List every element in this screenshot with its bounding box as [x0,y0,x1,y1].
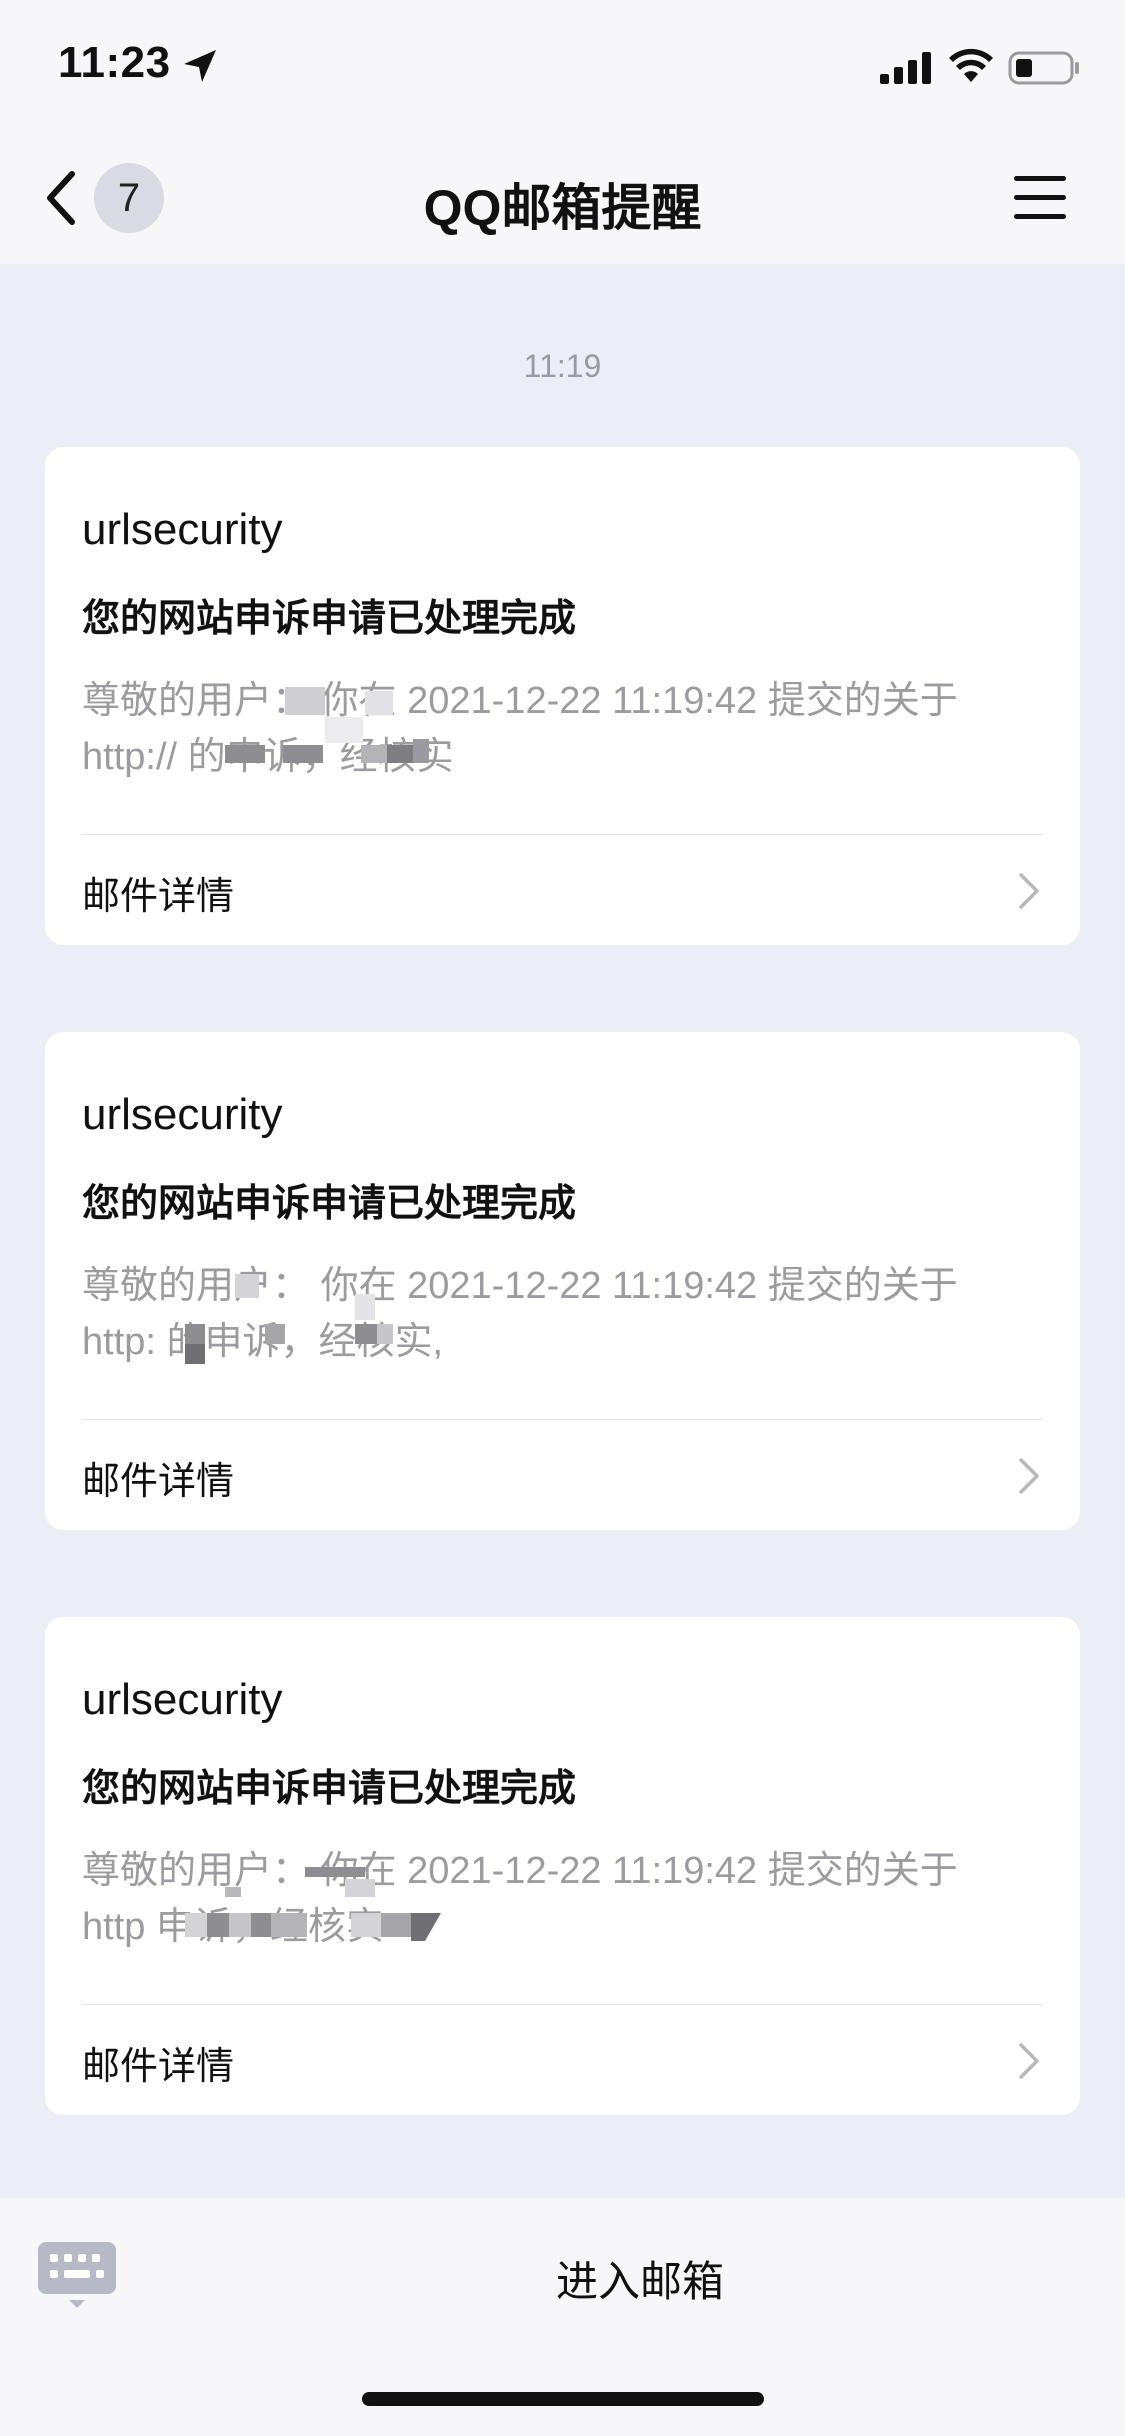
page-title: QQ邮箱提醒 [423,180,702,236]
message-sender: urlsecurity [82,1675,283,1724]
message-sender: urlsecurity [82,1090,283,1139]
home-indicator[interactable] [362,2392,764,2406]
mail-details-link[interactable]: 邮件详情 [82,2035,234,2090]
nav-bar: 7 QQ邮箱提醒 [0,132,1125,264]
redaction-mosaic [185,1867,441,1941]
message-sender: urlsecurity [82,505,283,554]
mail-details-link[interactable]: 邮件详情 [82,865,234,920]
hamburger-menu-icon[interactable] [1012,172,1068,224]
message-timestamp: 11:19 [523,348,602,384]
message-card[interactable]: urlsecurity 您的网站申诉申请已处理完成 尊敬的用户： 你在 2021… [45,1617,1080,2115]
message-subject: 您的网站申诉申请已处理完成 [82,598,577,640]
message-subject: 您的网站申诉申请已处理完成 [82,1768,577,1810]
redaction-mosaic [185,1274,393,1364]
message-card[interactable]: urlsecurity 您的网站申诉申请已处理完成 尊敬的用户： 你在 2021… [45,1032,1080,1530]
battery-icon [1008,51,1079,85]
redaction-mosaic [225,687,429,763]
chevron-right-icon [1019,2043,1039,2079]
card-divider [82,2004,1043,2005]
chevron-right-icon [1019,873,1039,909]
message-subject: 您的网站申诉申请已处理完成 [82,1183,577,1225]
enter-mailbox-button[interactable]: 进入邮箱 [230,2248,1050,2309]
mail-details-link[interactable]: 邮件详情 [82,1450,234,1505]
wifi-icon [949,48,993,82]
keyboard-icon[interactable] [36,2240,118,2310]
card-divider [82,834,1043,835]
chevron-right-icon [1019,1458,1039,1494]
message-card[interactable]: urlsecurity 您的网站申诉申请已处理完成 尊敬的用户： 你在 2021… [45,447,1080,945]
location-arrow-icon [184,50,216,82]
cellular-signal-icon [880,52,931,84]
status-time: 11:23 [58,38,171,87]
status-bar: 11:23 [0,0,1125,132]
card-divider [82,1419,1043,1420]
